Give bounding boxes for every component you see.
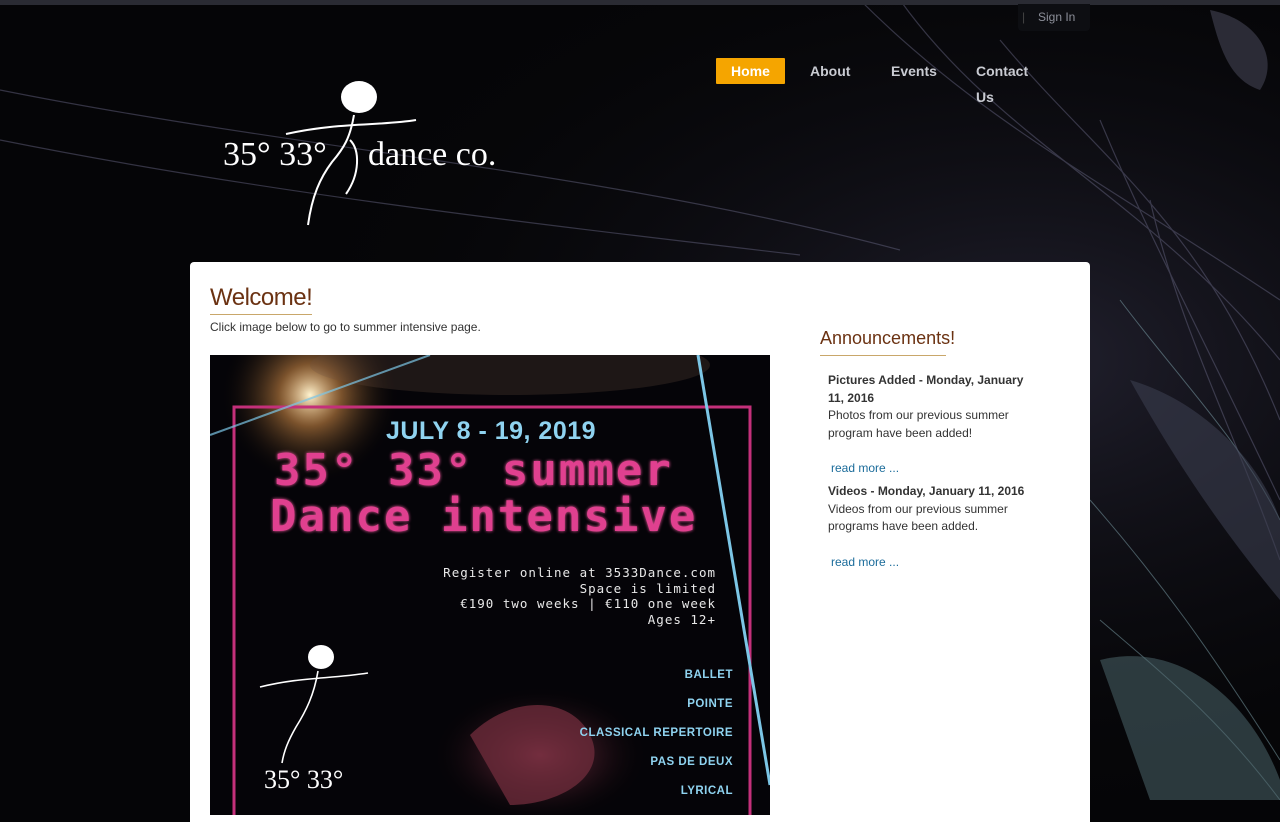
poster-class-list: BALLET POINTE CLASSICAL REPERTOIRE PAS D… [580, 661, 733, 806]
announcement-item: Videos - Monday, January 11, 2016 Videos… [828, 483, 1033, 571]
poster-class-item: PAS DE DEUX [650, 756, 733, 768]
poster-date: JULY 8 - 19, 2019 [386, 417, 597, 445]
site-logo[interactable]: 35° 33° dance co. [220, 78, 520, 230]
poster-class-item: BALLET [684, 669, 733, 681]
poster-info-line: Space is limited [579, 580, 716, 596]
announcement-heading: Pictures Added - Monday, January 11, 201… [828, 372, 1033, 407]
announcement-title: Pictures Added [828, 373, 916, 387]
logo-name: dance co. [368, 136, 497, 173]
nav-home[interactable]: Home [716, 58, 785, 84]
poster-info-line: Register online at 3533Dance.com [443, 565, 716, 580]
nav-events[interactable]: Events [891, 58, 937, 84]
sign-in-link[interactable]: | Sign In [1018, 4, 1090, 31]
announcement-title: Videos [828, 484, 868, 498]
poster-info-line: Ages 12+ [647, 611, 716, 627]
poster-info: Register online at 3533Dance.com Space i… [443, 565, 716, 627]
announcements-title: Announcements! [820, 328, 955, 356]
poster-title-line-1: 35° 33° summer [274, 445, 673, 496]
sign-in-separator: | [1022, 10, 1026, 24]
page-title: Welcome! [210, 284, 313, 315]
content-panel: Welcome! Click image below to go to summ… [190, 262, 1090, 822]
intro-text: Click image below to go to summer intens… [210, 320, 481, 334]
announcement-date: - Monday, January 11, 2016 [870, 484, 1025, 498]
read-more-link[interactable]: read more ... [831, 554, 1033, 572]
announcement-item: Pictures Added - Monday, January 11, 201… [828, 372, 1033, 478]
poster-title-line-2: Dance intensive [270, 491, 698, 542]
poster-brand: 35° 33° [264, 765, 344, 794]
nav-contact-us[interactable]: Contact Us [976, 58, 1028, 105]
read-more-link[interactable]: read more ... [831, 460, 1033, 478]
summer-intensive-poster[interactable]: JULY 8 - 19, 2019 35° 33° summer Dance i… [210, 355, 770, 815]
announcement-body: Photos from our previous summer program … [828, 408, 1009, 440]
logo-degrees: 35° 33° [223, 136, 327, 173]
announcement-heading: Videos - Monday, January 11, 2016 [828, 483, 1033, 501]
poster-info-line: €190 two weeks | €110 one week [460, 596, 716, 611]
poster-class-item: LYRICAL [680, 785, 733, 797]
sign-in-label: Sign In [1038, 10, 1076, 24]
announcement-body: Videos from our previous summer programs… [828, 501, 1008, 534]
poster-class-item: POINTE [687, 698, 733, 710]
poster-class-item: CLASSICAL REPERTOIRE [579, 727, 733, 739]
nav-about[interactable]: About [810, 58, 850, 84]
